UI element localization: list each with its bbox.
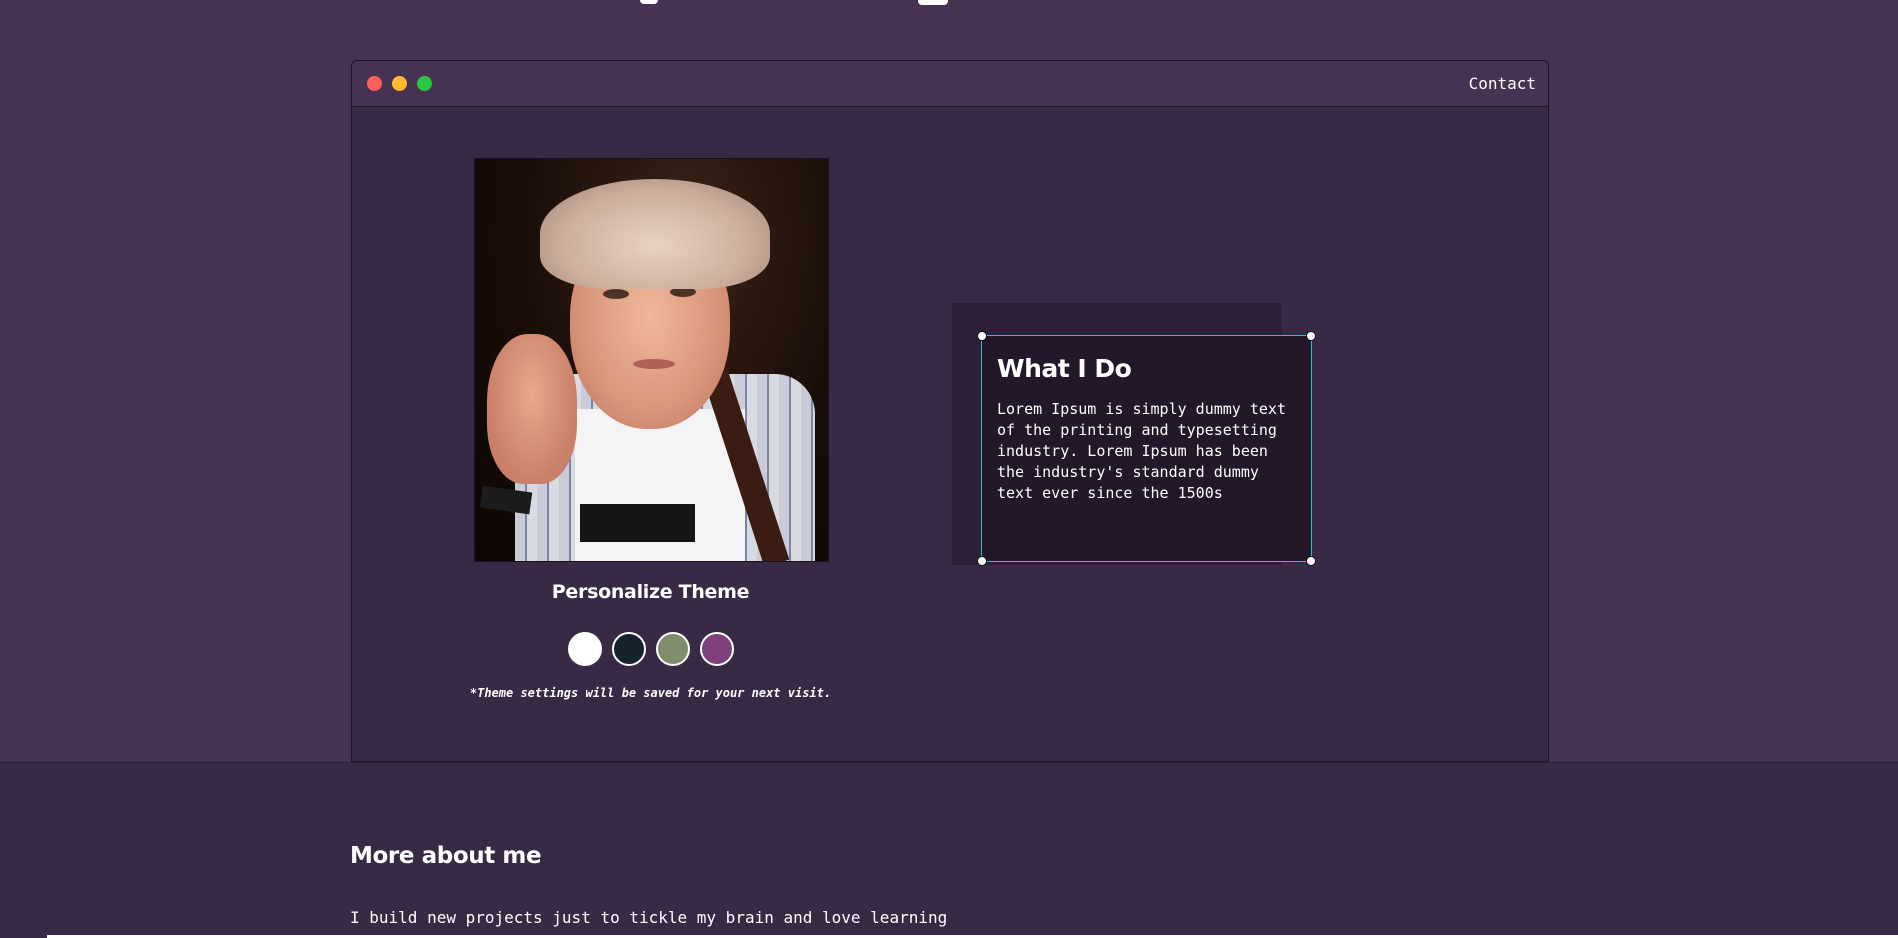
about-body: I build new projects just to tickle my b… xyxy=(350,908,948,927)
theme-swatches xyxy=(568,632,734,666)
resize-handle-top-left[interactable] xyxy=(977,331,987,341)
minimize-window-dot[interactable] xyxy=(392,76,407,91)
theme-swatch-sage-green[interactable] xyxy=(656,632,690,666)
maximize-window-dot[interactable] xyxy=(417,76,432,91)
resize-handle-top-right[interactable] xyxy=(1306,331,1316,341)
resize-handle-bottom-left[interactable] xyxy=(977,556,987,566)
hero-headline-fragment xyxy=(640,0,658,4)
resize-handle-bottom-right[interactable] xyxy=(1306,556,1316,566)
theme-title: Personalize Theme xyxy=(551,581,750,603)
hero-headline-fragment xyxy=(918,0,948,5)
theme-note: *Theme settings will be saved for your n… xyxy=(469,686,832,700)
card-body: Lorem Ipsum is simply dummy text of the … xyxy=(997,400,1286,502)
photo-eye xyxy=(603,289,629,299)
contact-link[interactable]: Contact xyxy=(1469,74,1536,93)
card-title: What I Do xyxy=(997,354,1132,383)
theme-swatch-dark-navy[interactable] xyxy=(612,632,646,666)
photo-print xyxy=(580,504,695,542)
photo-hand xyxy=(487,334,577,484)
close-window-dot[interactable] xyxy=(367,76,382,91)
photo-mouth xyxy=(633,359,675,369)
theme-swatch-plum[interactable] xyxy=(700,632,734,666)
browser-window: Contact Personalize Theme *Theme setting… xyxy=(351,60,1549,762)
photo-hat xyxy=(540,179,770,289)
about-title: More about me xyxy=(350,843,542,869)
window-titlebar: Contact xyxy=(352,61,1548,107)
what-i-do-card[interactable]: What I Do Lorem Ipsum is simply dummy te… xyxy=(977,331,1316,566)
page: Contact Personalize Theme *Theme setting… xyxy=(0,0,1898,938)
theme-swatch-white[interactable] xyxy=(568,632,602,666)
profile-photo xyxy=(474,158,829,562)
about-section: More about me I build new projects just … xyxy=(0,762,1898,938)
